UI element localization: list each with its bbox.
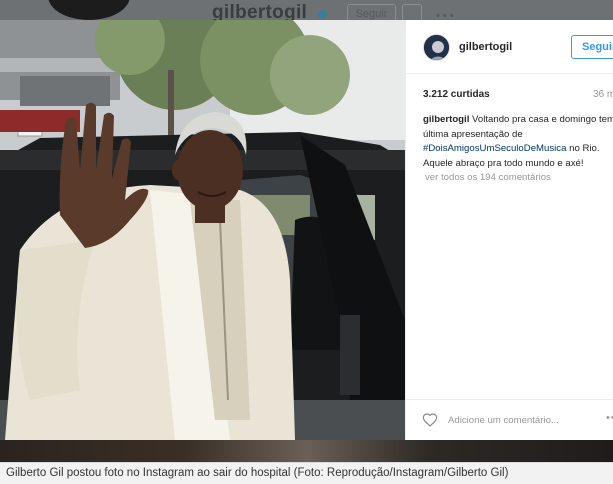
follow-button[interactable]: Seguir [571, 35, 613, 59]
post-timestamp[interactable]: 36 m [593, 89, 613, 100]
post-details-panel: gilbertogil Seguir 3.212 curtidas 36 m g… [405, 20, 613, 440]
background-options-button[interactable] [402, 4, 422, 20]
likes-count[interactable]: 3.212 curtidas [423, 89, 490, 100]
heart-outline-icon[interactable] [422, 412, 438, 428]
comment-input[interactable] [448, 411, 598, 429]
background-follow-button[interactable]: Seguir [347, 4, 396, 20]
background-username: gilbertogil [212, 2, 308, 20]
more-options-button[interactable]: ••• [606, 412, 613, 424]
post-header: gilbertogil Seguir [406, 20, 613, 74]
post-photo: 50 [0, 20, 405, 440]
post-username[interactable]: gilbertogil [459, 41, 512, 53]
post-caption: gilbertogil Voltando pra casa e domingo … [423, 113, 613, 171]
view-comments-link[interactable]: ver todos os 194 comentários [425, 172, 551, 183]
caption-username[interactable]: gilbertogil [423, 114, 469, 125]
photo-illustration: 50 [0, 20, 405, 440]
avatar-image [424, 35, 449, 60]
photo-caption-bar: Gilberto Gil postou foto no Instagram ao… [0, 462, 613, 484]
background-avatar [48, 0, 130, 20]
verified-badge-icon [318, 10, 327, 19]
caption-hashtag[interactable]: #DoisAmigosUmSeculoDeMusica [423, 143, 566, 154]
photo-caption: Gilberto Gil postou foto no Instagram ao… [6, 467, 509, 479]
background-profile-bar: gilbertogil Seguir • • • [0, 0, 613, 20]
background-more-text: • • • [436, 10, 454, 20]
avatar[interactable] [423, 34, 450, 61]
background-grid-strip [0, 440, 613, 462]
comment-bar: ••• [406, 399, 613, 440]
